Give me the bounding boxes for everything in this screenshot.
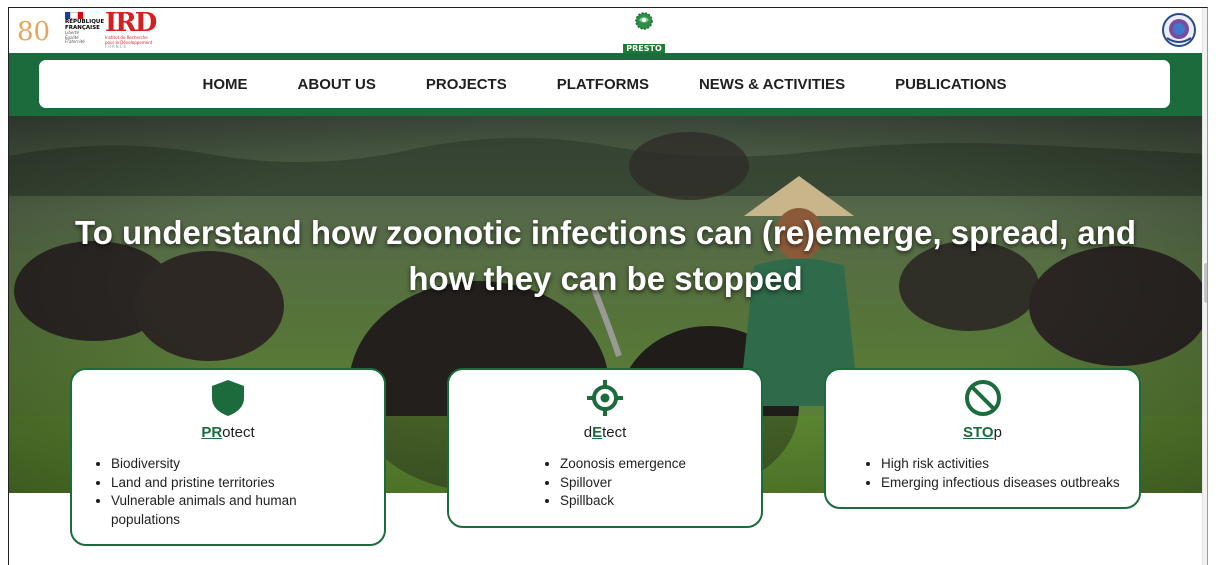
hero-title-line-1: To understand how zoonotic infections ca… xyxy=(74,214,1137,251)
svg-text:80: 80 xyxy=(17,17,50,47)
hero-title-line-2: how they can be stopped xyxy=(408,260,803,297)
vertical-scrollbar[interactable] xyxy=(1202,8,1207,565)
page-frame: 80 RÉPUBLIQUE FRANÇAISE Liberté Égalité … xyxy=(8,7,1208,565)
nav-news-activities[interactable]: NEWS & ACTIVITIES xyxy=(699,76,845,93)
presto-logo[interactable]: PRESTO Protect Detect STOp xyxy=(621,10,667,59)
heading-prefix: d xyxy=(583,424,593,441)
heading-rest: p xyxy=(993,424,1002,441)
nav-platforms[interactable]: PLATFORMS xyxy=(557,76,649,93)
list-item: Spillover xyxy=(560,474,760,493)
card-protect: PRotect Biodiversity Land and pristine t… xyxy=(70,368,386,546)
list-item: Vulnerable animals and human populations xyxy=(111,492,351,529)
motto-line-3: Fraternité xyxy=(65,39,85,44)
anniversary-80-logo: 80 xyxy=(17,17,50,47)
list-item: Biodiversity xyxy=(111,455,351,474)
crosshair-icon xyxy=(587,380,623,416)
shield-icon xyxy=(212,380,244,416)
card-detect: dEtect Zoonosis emergence Spillover Spil… xyxy=(447,368,763,528)
list-item: High risk activities xyxy=(881,455,1151,474)
hero-title: To understand how zoonotic infections ca… xyxy=(9,210,1202,302)
list-item: Land and pristine territories xyxy=(111,474,351,493)
heading-highlight: STO xyxy=(963,424,994,441)
nav-about-us[interactable]: ABOUT US xyxy=(298,76,376,93)
card-stop: STOp High risk activities Emerging infec… xyxy=(824,368,1141,509)
heading-rest: tect xyxy=(602,424,627,441)
card-stop-heading: STOp xyxy=(826,424,1139,441)
list-item: Spillback xyxy=(560,492,760,511)
card-detect-list: Zoonosis emergence Spillover Spillback xyxy=(542,455,760,511)
nav-projects[interactable]: PROJECTS xyxy=(426,76,507,93)
card-stop-list: High risk activities Emerging infectious… xyxy=(863,455,1151,492)
list-item: Emerging infectious diseases outbreaks xyxy=(881,474,1151,493)
nav-band: HOME ABOUT US PROJECTS PLATFORMS NEWS & … xyxy=(9,53,1207,116)
heading-highlight: E xyxy=(592,424,603,441)
heading-highlight: PR xyxy=(201,424,223,441)
ird-logo[interactable]: IRD Institut de Recherche pour le Dévelo… xyxy=(105,10,165,50)
scrollbar-thumb[interactable] xyxy=(1204,263,1207,303)
presto-globe-icon xyxy=(635,12,653,30)
card-detect-heading: dEtect xyxy=(449,424,761,441)
main-nav: HOME ABOUT US PROJECTS PLATFORMS NEWS & … xyxy=(39,60,1170,108)
nav-home[interactable]: HOME xyxy=(203,76,248,93)
ird-subtitle-3: FRANCE xyxy=(105,44,127,49)
french-flag-icon xyxy=(65,12,83,19)
card-protect-heading: PRotect xyxy=(72,424,384,441)
republique-francaise-logo: RÉPUBLIQUE FRANÇAISE Liberté Égalité Fra… xyxy=(65,12,104,48)
list-item: Zoonosis emergence xyxy=(560,455,760,474)
partner-seal-logo xyxy=(1162,13,1196,47)
nav-publications[interactable]: PUBLICATIONS xyxy=(895,76,1006,93)
prohibited-icon xyxy=(964,380,1001,416)
logo-bar: 80 RÉPUBLIQUE FRANÇAISE Liberté Égalité … xyxy=(9,8,1207,59)
heading-rest: otect xyxy=(222,424,255,441)
ird-mark: IRD xyxy=(105,8,157,38)
card-protect-list: Biodiversity Land and pristine territori… xyxy=(93,455,351,529)
